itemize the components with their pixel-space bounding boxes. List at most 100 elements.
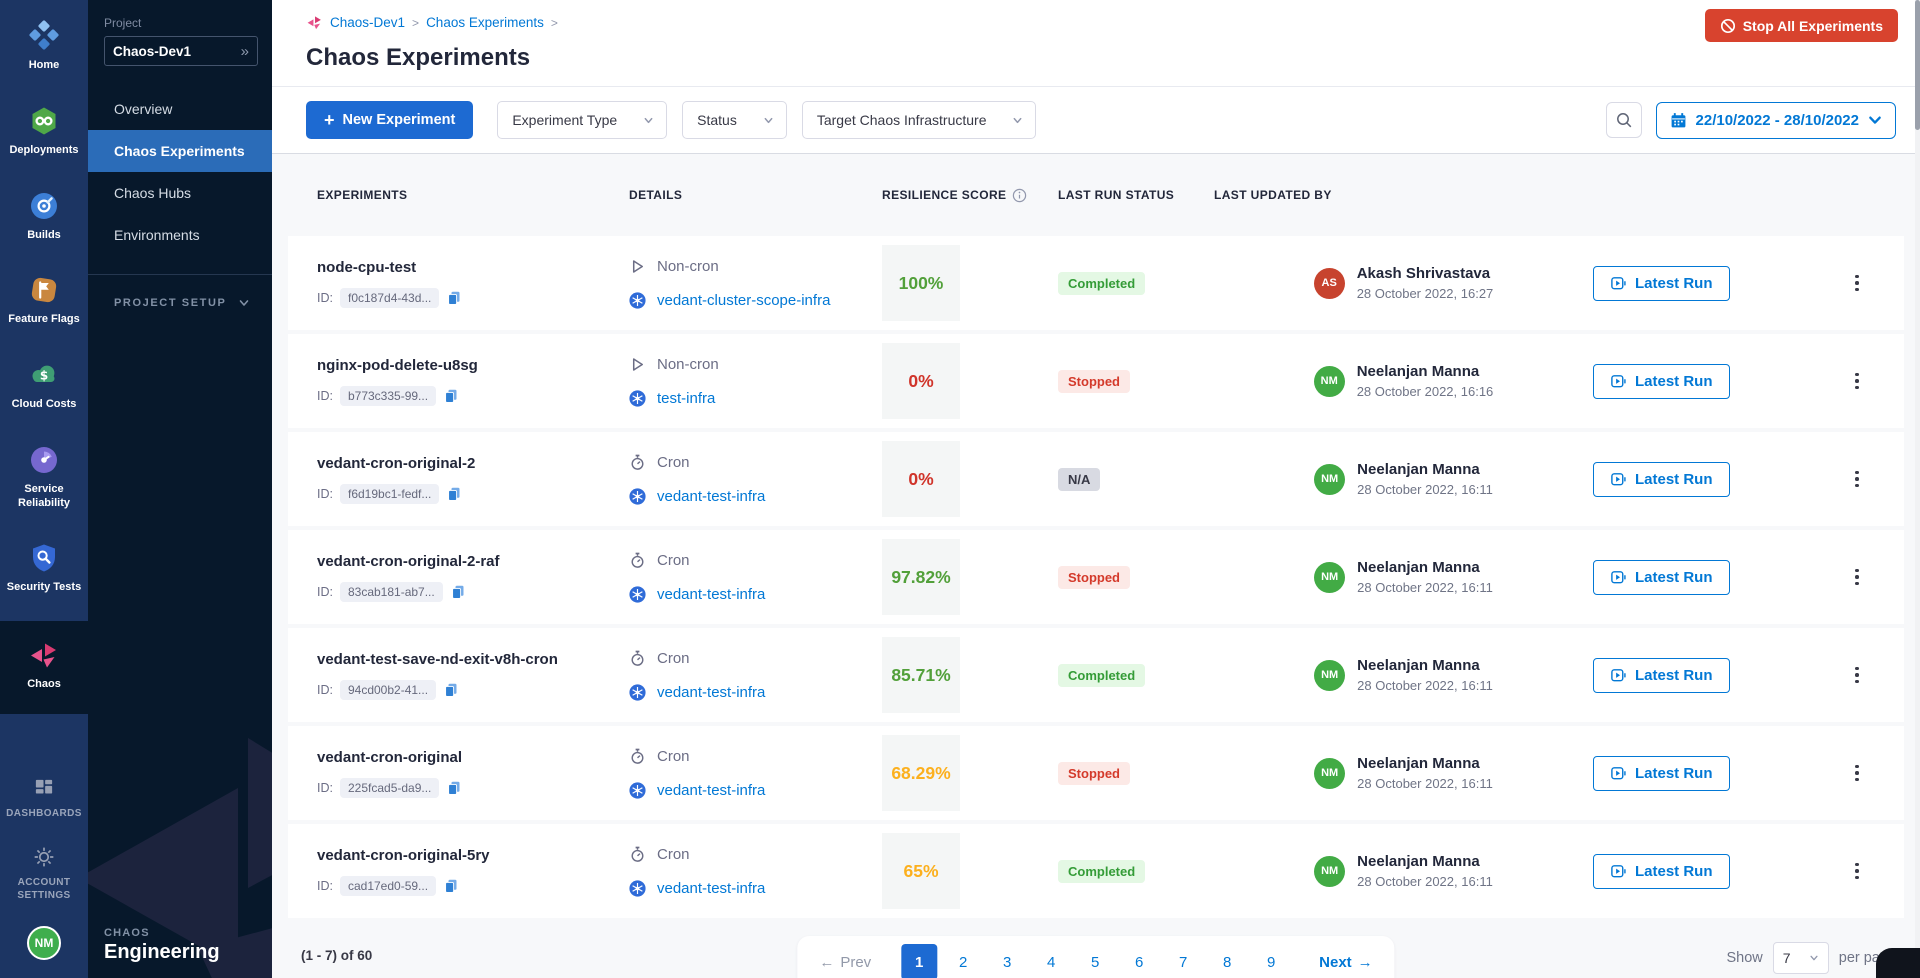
page-button-2[interactable]: 2 xyxy=(945,944,981,978)
page-button-8[interactable]: 8 xyxy=(1209,944,1245,978)
module-footer-title: Engineering xyxy=(104,941,220,964)
module-home[interactable]: Home xyxy=(0,8,88,85)
feature-flags-icon xyxy=(28,274,60,306)
latest-run-button[interactable]: Latest Run xyxy=(1593,462,1730,497)
module-deployments[interactable]: Deployments xyxy=(0,93,88,170)
module-cloud-costs[interactable]: $ Cloud Costs xyxy=(0,347,88,424)
project-setup-toggle[interactable]: PROJECT SETUP xyxy=(88,275,272,309)
infrastructure-link[interactable]: vedant-test-infra xyxy=(657,880,765,897)
module-chaos[interactable]: Chaos xyxy=(0,621,88,714)
filter-target-chaos-infrastructure[interactable]: Target Chaos Infrastructure xyxy=(802,101,1037,139)
last-run-status-badge: Stopped xyxy=(1058,762,1130,785)
page-header: Chaos-Dev1 > Chaos Experiments > Chaos E… xyxy=(272,0,1920,87)
experiment-name[interactable]: vedant-test-save-nd-exit-v8h-cron xyxy=(317,651,629,668)
latest-run-button[interactable]: Latest Run xyxy=(1593,658,1730,693)
latest-run-button[interactable]: Latest Run xyxy=(1593,364,1730,399)
experiment-name[interactable]: vedant-cron-original-5ry xyxy=(317,847,629,864)
next-page-button[interactable]: Next → xyxy=(1311,944,1381,978)
help-widget[interactable] xyxy=(1876,948,1920,978)
prev-page-button[interactable]: ← Prev xyxy=(811,944,879,978)
page-button-3[interactable]: 3 xyxy=(989,944,1025,978)
module-label: Service Reliability xyxy=(2,483,86,511)
row-menu-button[interactable] xyxy=(1843,269,1871,297)
experiment-id-chip: f0c187d4-43d... xyxy=(340,288,439,308)
experiment-name[interactable]: node-cpu-test xyxy=(317,259,629,276)
latest-run-button[interactable]: Latest Run xyxy=(1593,560,1730,595)
prev-arrow-icon: ← xyxy=(819,954,834,971)
row-menu-button[interactable] xyxy=(1843,759,1871,787)
copy-icon[interactable] xyxy=(443,878,459,894)
row-menu-button[interactable] xyxy=(1843,857,1871,885)
infrastructure-link[interactable]: vedant-test-infra xyxy=(657,488,765,505)
search-button[interactable] xyxy=(1606,102,1642,138)
page-button-9[interactable]: 9 xyxy=(1253,944,1289,978)
per-page-select[interactable]: 7 xyxy=(1773,942,1829,974)
column-last-run-status: LAST RUN STATUS xyxy=(1058,188,1214,202)
new-experiment-button[interactable]: + New Experiment xyxy=(306,101,473,139)
project-selector[interactable]: Chaos-Dev1 » xyxy=(104,36,258,66)
copy-icon[interactable] xyxy=(450,584,466,600)
page-button-1[interactable]: 1 xyxy=(901,944,937,978)
row-menu-button[interactable] xyxy=(1843,465,1871,493)
experiment-name[interactable]: vedant-cron-original-2-raf xyxy=(317,553,629,570)
copy-icon[interactable] xyxy=(443,682,459,698)
breadcrumb-project-link[interactable]: Chaos-Dev1 xyxy=(330,15,405,30)
module-service-reliability[interactable]: Service Reliability xyxy=(0,432,88,523)
row-menu-button[interactable] xyxy=(1843,661,1871,689)
row-menu-button[interactable] xyxy=(1843,563,1871,591)
service-reliability-icon xyxy=(28,444,60,476)
filter-status[interactable]: Status xyxy=(682,101,787,139)
experiment-name[interactable]: vedant-cron-original-2 xyxy=(317,455,629,472)
kubernetes-icon xyxy=(629,292,646,309)
infrastructure-link[interactable]: vedant-cluster-scope-infra xyxy=(657,292,830,309)
breadcrumb-experiments-link[interactable]: Chaos Experiments xyxy=(426,15,544,30)
page-button-6[interactable]: 6 xyxy=(1121,944,1157,978)
kubernetes-icon xyxy=(629,390,646,407)
module-builds[interactable]: Builds xyxy=(0,178,88,255)
module-security-tests[interactable]: Security Tests xyxy=(0,530,88,607)
date-range-picker[interactable]: 22/10/2022 - 28/10/2022 xyxy=(1656,102,1896,139)
sidebar-item-chaos-experiments[interactable]: Chaos Experiments xyxy=(88,130,272,172)
row-menu-button[interactable] xyxy=(1843,367,1871,395)
sidebar-item-environments[interactable]: Environments xyxy=(88,214,272,256)
updated-by-name: Neelanjan Manna xyxy=(1357,363,1494,380)
info-icon[interactable] xyxy=(1012,188,1027,203)
kubernetes-icon xyxy=(629,488,646,505)
stop-all-experiments-button[interactable]: Stop All Experiments xyxy=(1705,9,1898,42)
infrastructure-link[interactable]: test-infra xyxy=(657,390,715,407)
copy-icon[interactable] xyxy=(446,486,462,502)
page-button-4[interactable]: 4 xyxy=(1033,944,1069,978)
schedule-type: Cron xyxy=(657,846,690,863)
page-button-5[interactable]: 5 xyxy=(1077,944,1113,978)
experiment-name[interactable]: nginx-pod-delete-u8sg xyxy=(317,357,629,374)
dashboards-icon xyxy=(31,775,57,801)
user-avatar[interactable]: NM xyxy=(27,926,61,960)
resilience-score: 68.29% xyxy=(882,735,960,811)
module-feature-flags[interactable]: Feature Flags xyxy=(0,262,88,339)
copy-icon[interactable] xyxy=(446,780,462,796)
updated-by-name: Neelanjan Manna xyxy=(1357,755,1493,772)
module-account-settings[interactable]: ACCOUNT SETTINGS xyxy=(0,834,88,912)
infrastructure-link[interactable]: vedant-test-infra xyxy=(657,684,765,701)
copy-icon[interactable] xyxy=(446,290,462,306)
scrollbar[interactable] xyxy=(1915,0,1920,978)
avatar: AS xyxy=(1314,268,1345,299)
copy-icon[interactable] xyxy=(443,388,459,404)
latest-run-button[interactable]: Latest Run xyxy=(1593,266,1730,301)
latest-run-button[interactable]: Latest Run xyxy=(1593,854,1730,889)
column-experiments: EXPERIMENTS xyxy=(317,188,629,202)
experiment-name[interactable]: vedant-cron-original xyxy=(317,749,629,766)
sidebar-item-overview[interactable]: Overview xyxy=(88,88,272,130)
expand-projects-icon[interactable]: » xyxy=(241,43,249,60)
scrollbar-thumb[interactable] xyxy=(1915,0,1920,130)
filter-experiment-type[interactable]: Experiment Type xyxy=(497,101,667,139)
infrastructure-link[interactable]: vedant-test-infra xyxy=(657,586,765,603)
next-arrow-icon: → xyxy=(1358,954,1373,971)
infrastructure-link[interactable]: vedant-test-infra xyxy=(657,782,765,799)
module-dashboards[interactable]: DASHBOARDS xyxy=(0,765,88,831)
page-button-7[interactable]: 7 xyxy=(1165,944,1201,978)
latest-run-button[interactable]: Latest Run xyxy=(1593,756,1730,791)
run-icon xyxy=(1610,667,1627,684)
last-run-status-badge: Stopped xyxy=(1058,370,1130,393)
sidebar-item-chaos-hubs[interactable]: Chaos Hubs xyxy=(88,172,272,214)
